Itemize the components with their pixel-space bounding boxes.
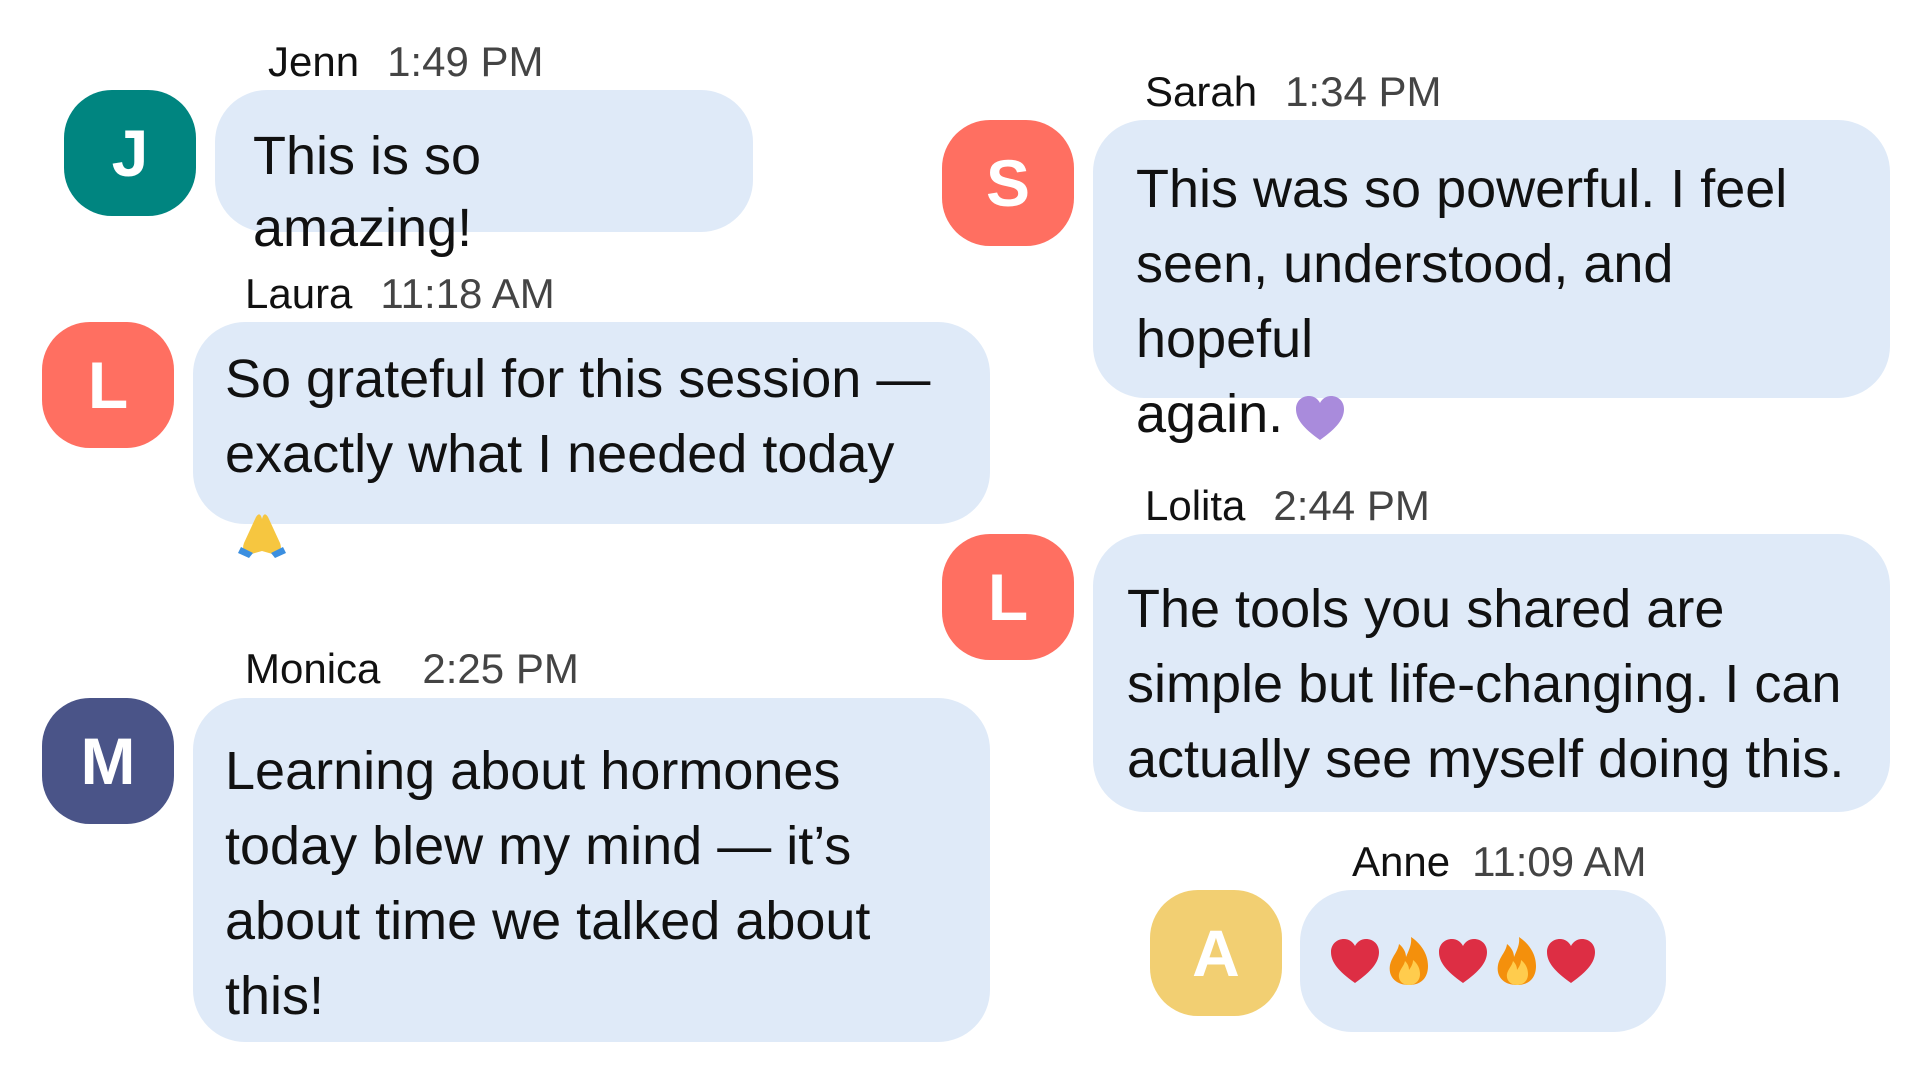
- avatar[interactable]: M: [42, 698, 174, 824]
- message-line: about time we talked about: [225, 891, 871, 951]
- red-heart-icon: [1328, 935, 1382, 987]
- message-header: Jenn 1:49 PM: [268, 38, 544, 86]
- sender-name: Sarah: [1145, 68, 1258, 115]
- message-line: again.: [1136, 384, 1284, 444]
- sender-name: Jenn: [268, 38, 360, 85]
- fire-icon: [1490, 935, 1544, 987]
- red-heart-icon: [1436, 935, 1490, 987]
- fire-icon: [1382, 935, 1436, 987]
- message-header: Sarah 1:34 PM: [1145, 68, 1442, 116]
- avatar[interactable]: A: [1150, 890, 1282, 1016]
- message-time: 11:09 AM: [1472, 838, 1647, 885]
- red-heart-icon: [1544, 935, 1598, 987]
- message-bubble: This is so amazing!: [215, 90, 753, 258]
- message-time: 1:34 PM: [1285, 68, 1442, 115]
- message-line-with-icon: again.: [1136, 377, 1847, 452]
- emoji-sequence: [1328, 935, 1638, 987]
- sender-name: Monica: [245, 645, 381, 692]
- message-line: This was so powerful. I feel: [1136, 159, 1788, 219]
- sender-name: Anne: [1352, 838, 1451, 885]
- message-line: simple but life-changing. I can: [1127, 654, 1842, 714]
- message-line: Learning about hormones: [225, 741, 841, 801]
- sender-name: Lolita: [1145, 482, 1246, 529]
- message-line: actually see myself doing this.: [1127, 729, 1845, 789]
- message-bubble: This was so powerful. I feel seen, under…: [1093, 120, 1890, 444]
- folded-hands-icon: [235, 507, 289, 559]
- avatar[interactable]: L: [942, 534, 1074, 660]
- chat-collage: { "messages": [ {"name": "Jenn", "time":…: [0, 0, 1920, 1080]
- message-line: The tools you shared are: [1127, 579, 1725, 639]
- message-header: Monica 2:25 PM: [245, 645, 579, 693]
- message-bubble: So grateful for this session — exactly w…: [193, 322, 990, 558]
- message-bubble: The tools you shared are simple but life…: [1093, 534, 1890, 812]
- message-line: today blew my mind — it’s: [225, 816, 852, 876]
- purple-heart-icon: [1293, 392, 1347, 444]
- message-line: So grateful for this session —: [225, 349, 931, 409]
- message-bubble: [1300, 890, 1666, 1032]
- message-bubble: Learning about hormones today blew my mi…: [193, 698, 990, 1042]
- avatar[interactable]: L: [42, 322, 174, 448]
- avatar[interactable]: S: [942, 120, 1074, 246]
- message-line: seen, understood, and hopeful: [1136, 234, 1674, 369]
- message-line: This is so amazing!: [253, 126, 482, 258]
- message-header: Anne 11:09 AM: [1352, 838, 1646, 886]
- message-line: this!: [225, 966, 325, 1026]
- message-line: exactly what I needed today: [225, 424, 895, 484]
- message-header: Lolita 2:44 PM: [1145, 482, 1430, 530]
- message-time: 2:44 PM: [1273, 482, 1430, 529]
- message-time: 11:18 AM: [380, 270, 555, 317]
- message-line-with-icon: exactly what I needed today: [225, 417, 958, 567]
- sender-name: Laura: [245, 270, 353, 317]
- avatar[interactable]: J: [64, 90, 196, 216]
- message-header: Laura 11:18 AM: [245, 270, 555, 318]
- message-time: 1:49 PM: [387, 38, 544, 85]
- message-time: 2:25 PM: [422, 645, 579, 692]
